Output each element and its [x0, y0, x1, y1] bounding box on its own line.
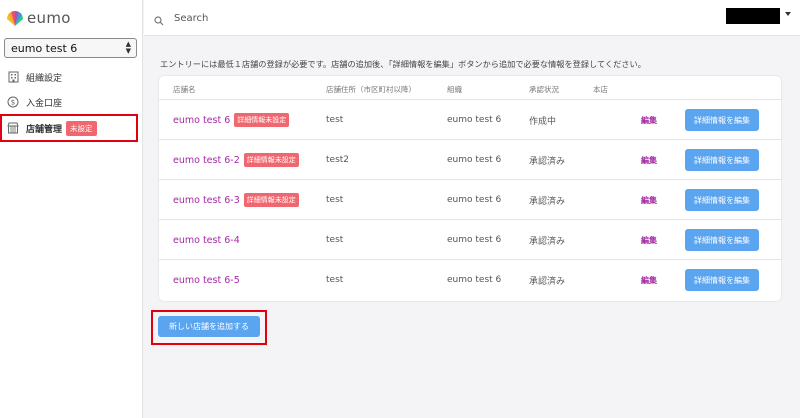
- status-badge: 詳細情報未設定: [234, 113, 290, 127]
- select-caret-icon: ▲ ▼: [125, 40, 131, 55]
- sidebar-item-organization-settings[interactable]: 組織設定: [0, 66, 143, 88]
- notice-text: エントリーには最低１店舗の登録が必要です。店舗の追加後、「詳細情報を編集」ボタン…: [160, 59, 646, 69]
- table-row: eumo test 6-3 詳細情報未設定 test eumo test 6 承…: [159, 180, 781, 220]
- column-header-organization: 組織: [447, 85, 462, 94]
- user-account-menu[interactable]: [726, 8, 780, 24]
- store-name-link[interactable]: eumo test 6-2: [173, 155, 240, 166]
- column-header-store-name: 店舗名: [173, 85, 196, 94]
- edit-details-button[interactable]: 詳細情報を編集: [685, 149, 759, 171]
- organization-select-value: eumo test 6: [11, 41, 78, 55]
- sidebar-item-label: 組織設定: [26, 73, 63, 84]
- column-header-main-store: 本店: [593, 85, 608, 94]
- store-name-link[interactable]: eumo test 6-5: [173, 275, 240, 286]
- approval-status: 承認済み: [529, 196, 566, 207]
- store-organization: eumo test 6: [447, 155, 502, 165]
- search-input[interactable]: [174, 9, 474, 27]
- top-header: [144, 0, 800, 36]
- edit-link[interactable]: 編集: [641, 115, 657, 126]
- store-organization: eumo test 6: [447, 195, 502, 205]
- table-row: eumo test 6-4 test eumo test 6 承認済み 編集 詳…: [159, 220, 781, 260]
- logo-icon: [6, 10, 24, 26]
- table-row: eumo test 6-5 test eumo test 6 承認済み 編集 詳…: [159, 260, 781, 300]
- table-row: eumo test 6 詳細情報未設定 test eumo test 6 作成中…: [159, 100, 781, 140]
- store-name-link[interactable]: eumo test 6-3: [173, 195, 240, 206]
- edit-details-button[interactable]: 詳細情報を編集: [685, 229, 759, 251]
- approval-status: 承認済み: [529, 236, 566, 247]
- store-address: test: [326, 275, 344, 285]
- store-organization: eumo test 6: [447, 235, 502, 245]
- status-badge: 詳細情報未設定: [243, 193, 299, 207]
- store-address: test: [326, 195, 344, 205]
- edit-details-button[interactable]: 詳細情報を編集: [685, 189, 759, 211]
- approval-status: 作成中: [529, 116, 557, 127]
- organization-select[interactable]: eumo test 6 ▲ ▼: [4, 38, 137, 58]
- edit-link[interactable]: 編集: [641, 275, 657, 286]
- store-address: test: [326, 235, 344, 245]
- search-icon: [154, 11, 164, 30]
- edit-details-button[interactable]: 詳細情報を編集: [685, 109, 759, 131]
- sidebar-item-deposit-account[interactable]: $ 入金口座: [0, 91, 143, 113]
- table-header: 店舗名 店舗住所（市区町村以降） 組織 承認状況 本店: [159, 76, 781, 100]
- edit-details-button[interactable]: 詳細情報を編集: [685, 269, 759, 291]
- sidebar-item-label: 入金口座: [26, 98, 63, 109]
- store-organization: eumo test 6: [447, 275, 502, 285]
- column-header-address: 店舗住所（市区町村以降）: [326, 85, 416, 94]
- store-table: 店舗名 店舗住所（市区町村以降） 組織 承認状況 本店 eumo test 6 …: [159, 76, 781, 301]
- edit-link[interactable]: 編集: [641, 195, 657, 206]
- store-address: test: [326, 115, 344, 125]
- table-row: eumo test 6-2 詳細情報未設定 test2 eumo test 6 …: [159, 140, 781, 180]
- highlight-box-add-store: [151, 310, 267, 345]
- chevron-down-icon[interactable]: [785, 12, 791, 16]
- dollar-circle-icon: $: [7, 96, 19, 108]
- store-address: test2: [326, 155, 350, 165]
- status-badge: 詳細情報未設定: [243, 153, 299, 167]
- svg-text:$: $: [11, 99, 15, 107]
- logo[interactable]: eumo: [6, 8, 71, 28]
- approval-status: 承認済み: [529, 156, 566, 167]
- store-name-link[interactable]: eumo test 6: [173, 115, 230, 126]
- store-name-link[interactable]: eumo test 6-4: [173, 235, 240, 246]
- store-organization: eumo test 6: [447, 115, 502, 125]
- sidebar: eumo eumo test 6 ▲ ▼ 組織設定 $ 入金口座 店舗管理 未設定: [0, 0, 143, 418]
- highlight-box-store-management: [0, 114, 138, 142]
- column-header-approval-status: 承認状況: [529, 85, 559, 94]
- approval-status: 承認済み: [529, 276, 566, 287]
- building-icon: [7, 71, 19, 83]
- logo-text: eumo: [27, 9, 71, 27]
- edit-link[interactable]: 編集: [641, 235, 657, 246]
- edit-link[interactable]: 編集: [641, 155, 657, 166]
